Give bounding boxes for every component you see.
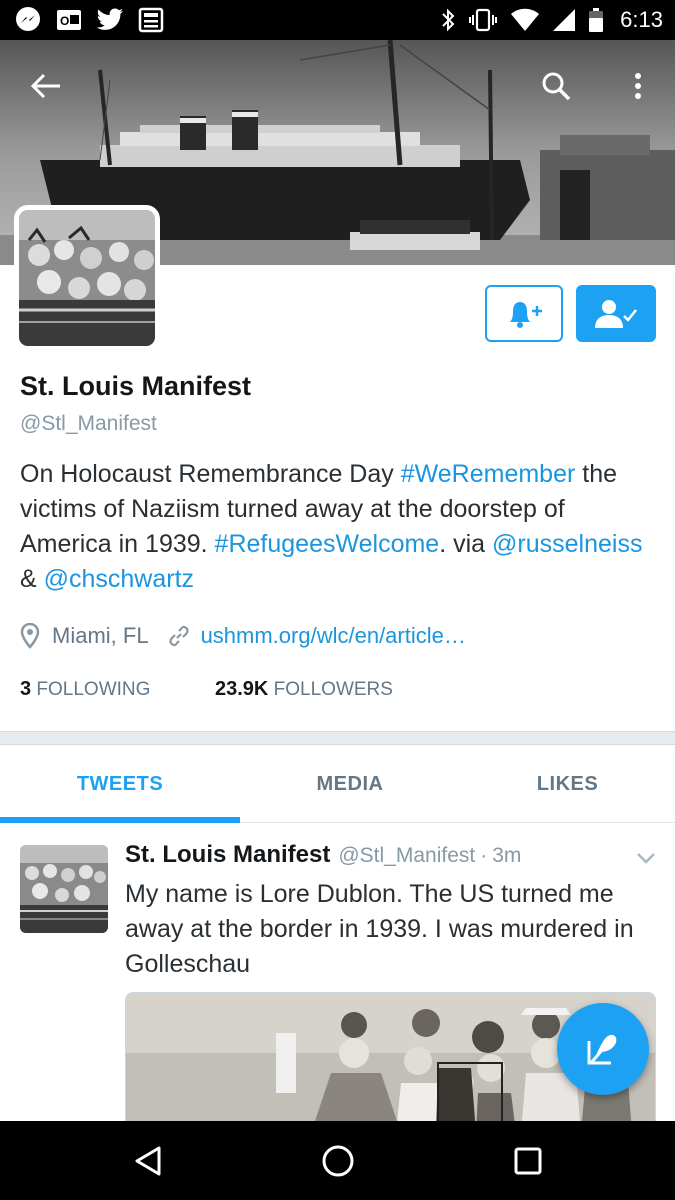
link-icon bbox=[168, 625, 189, 647]
clock: 6:13 bbox=[620, 7, 663, 32]
battery-icon bbox=[589, 8, 604, 32]
tweet-text: My name is Lore Dublon. The US turned me… bbox=[125, 880, 634, 978]
profile-meta: Miami, FL ushmm.org/wlc/en/article… bbox=[20, 620, 466, 652]
nav-back-button[interactable] bbox=[126, 1139, 170, 1183]
notifications-toggle-button[interactable] bbox=[485, 285, 563, 342]
user-check-icon bbox=[595, 299, 637, 328]
wifi-icon bbox=[511, 8, 540, 31]
mention-link[interactable]: @russelneiss bbox=[492, 530, 642, 558]
following-count: 3 bbox=[20, 678, 32, 700]
tweet-author-name[interactable]: St. Louis Manifest bbox=[125, 841, 330, 869]
avatar-photo bbox=[20, 845, 108, 933]
tweet-header: St. Louis Manifest @Stl_Manifest · 3m bbox=[125, 841, 521, 873]
nav-home-button[interactable] bbox=[316, 1139, 360, 1183]
system-icons: 6:13 bbox=[440, 6, 663, 34]
profile-avatar[interactable] bbox=[14, 205, 160, 351]
bluetooth-icon bbox=[442, 8, 455, 32]
followers-count-link[interactable]: 23.9K FOLLOWERS bbox=[215, 678, 393, 701]
search-icon bbox=[542, 72, 571, 101]
notification-icons: O bbox=[14, 6, 164, 34]
svg-text:O: O bbox=[60, 14, 69, 28]
signal-icon bbox=[553, 9, 576, 31]
bio-text: . via bbox=[439, 530, 493, 558]
bio-text: & bbox=[20, 565, 44, 593]
hashtag-link[interactable]: #RefugeesWelcome bbox=[215, 530, 440, 558]
triangle-back-icon bbox=[135, 1146, 161, 1176]
location-pin-icon bbox=[20, 623, 40, 649]
circle-home-icon bbox=[322, 1145, 354, 1177]
profile-tabs: TWEETS MEDIA LIKES bbox=[0, 745, 675, 823]
tab-likes[interactable]: LIKES bbox=[460, 745, 675, 823]
back-button[interactable] bbox=[22, 62, 70, 110]
messenger-icon bbox=[16, 7, 40, 31]
avatar-photo bbox=[19, 210, 155, 346]
tweet-timestamp: 3m bbox=[492, 844, 522, 867]
followers-label: FOLLOWERS bbox=[273, 679, 393, 700]
news-icon bbox=[138, 7, 164, 33]
following-label: FOLLOWING bbox=[36, 679, 151, 700]
compose-tweet-button[interactable] bbox=[557, 1003, 649, 1095]
section-divider bbox=[0, 731, 675, 745]
tweet-options-button[interactable] bbox=[632, 848, 660, 868]
nav-recents-button[interactable] bbox=[506, 1139, 550, 1183]
tweet-author-handle: @Stl_Manifest bbox=[338, 844, 476, 867]
tab-tweets[interactable]: TWEETS bbox=[0, 745, 240, 823]
overflow-menu-button[interactable] bbox=[614, 62, 662, 110]
outlook-icon: O bbox=[57, 10, 81, 30]
search-button[interactable] bbox=[532, 62, 580, 110]
following-count-link[interactable]: 3 FOLLOWING bbox=[20, 678, 151, 700]
tweet-separator: · bbox=[480, 844, 488, 867]
more-vertical-icon bbox=[635, 73, 641, 99]
active-tab-indicator bbox=[0, 817, 240, 823]
compose-feather-icon bbox=[587, 1034, 617, 1065]
hashtag-link[interactable]: #WeRemember bbox=[401, 460, 576, 488]
arrow-left-icon bbox=[30, 73, 60, 99]
following-button[interactable] bbox=[576, 285, 656, 342]
twitter-icon bbox=[96, 8, 123, 30]
chevron-down-icon bbox=[637, 853, 655, 864]
profile-display-name: St. Louis Manifest bbox=[20, 371, 252, 401]
vibrate-icon bbox=[469, 8, 498, 32]
tab-media[interactable]: MEDIA bbox=[240, 745, 460, 823]
bell-plus-icon bbox=[510, 301, 542, 328]
bio-text: On Holocaust Remembrance Day bbox=[20, 460, 401, 488]
mention-link[interactable]: @chschwartz bbox=[44, 565, 194, 593]
profile-bio: On Holocaust Remembrance Day #WeRemember… bbox=[20, 457, 660, 597]
status-bar: O 6:13 bbox=[0, 0, 675, 40]
android-nav-bar bbox=[0, 1121, 675, 1200]
tweet-author-avatar[interactable] bbox=[20, 845, 108, 933]
profile-location: Miami, FL bbox=[52, 623, 149, 648]
profile-counts: 3 FOLLOWING 23.9K FOLLOWERS bbox=[20, 678, 393, 704]
followers-count: 23.9K bbox=[215, 678, 269, 700]
profile-handle: @Stl_Manifest bbox=[20, 412, 157, 435]
square-recents-icon bbox=[514, 1147, 542, 1175]
profile-website-link[interactable]: ushmm.org/wlc/en/article… bbox=[201, 623, 466, 649]
